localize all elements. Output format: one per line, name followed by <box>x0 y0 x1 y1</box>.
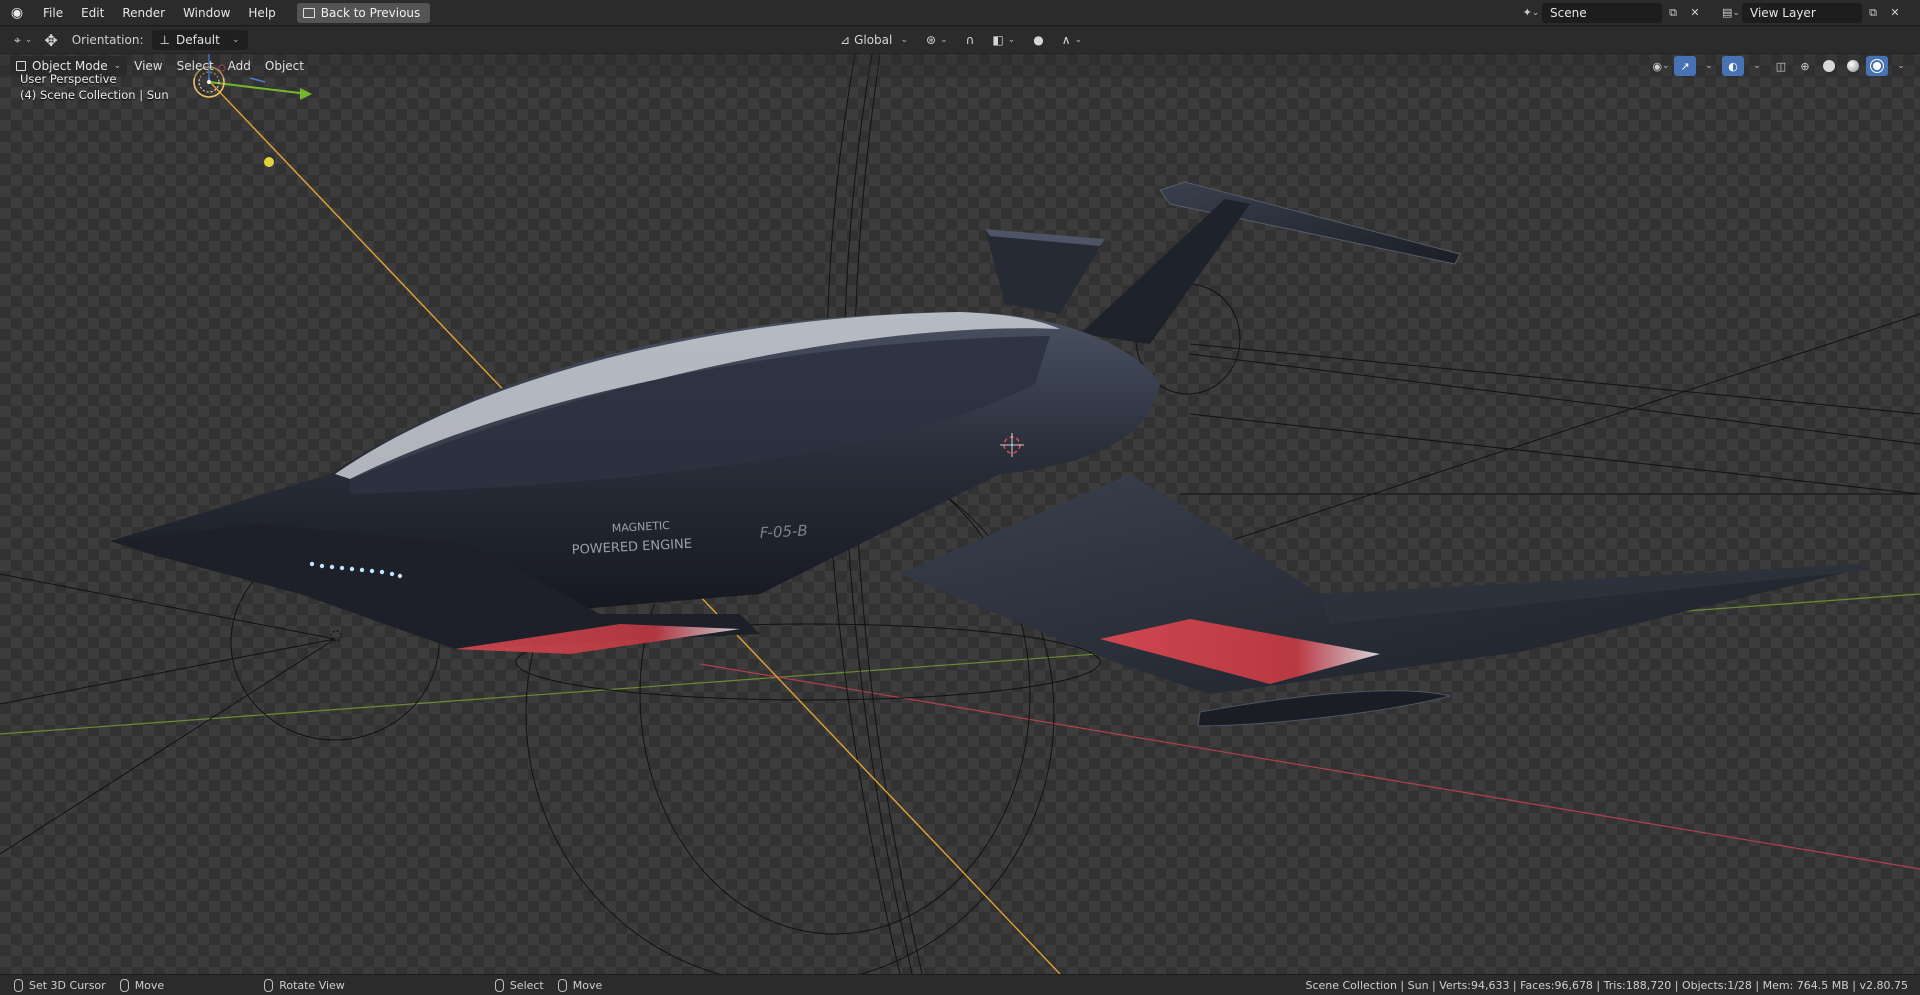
chevron-down-icon: ⌄ <box>231 35 240 45</box>
transform-space-dropdown[interactable]: ⊿ Global ⌄ <box>834 30 914 50</box>
perspective-label: User Perspective <box>20 72 117 86</box>
hint-select: Select <box>494 978 544 992</box>
decal-model-number: F-05-B <box>759 522 808 542</box>
falloff-dropdown[interactable]: ∧ ⌄ <box>1056 30 1088 50</box>
pivot-point-dropdown[interactable]: ⊛ ⌄ <box>920 30 954 50</box>
top-bar: ◉ File Edit Render Window Help Back to P… <box>0 0 1920 26</box>
chevron-down-icon: ⌄ <box>113 61 122 71</box>
wireframe-shading-icon[interactable]: ⊕ <box>1794 56 1816 76</box>
blender-logo-icon[interactable]: ◉ <box>0 5 34 21</box>
back-to-previous-label: Back to Previous <box>320 5 421 20</box>
hint-move-2: Move <box>557 978 602 992</box>
hint-set-3d-cursor: Set 3D Cursor <box>14 978 106 992</box>
collection-info-label: (4) Scene Collection | Sun <box>20 88 169 102</box>
move-tool-icon[interactable]: ✥ <box>38 30 63 50</box>
axis-icon: ⊿ <box>840 33 851 47</box>
transform-space-value: Global <box>854 33 893 47</box>
tool-header: ⌖ ⌄ ✥ Orientation: ⊥ Default ⌄ ⊿ Global ⌄… <box>0 27 1920 53</box>
viewport-menu-object[interactable]: Object <box>258 59 311 73</box>
back-to-previous-button[interactable]: Back to Previous <box>296 2 431 23</box>
view-layer-selector: ▤ ⌄ View Layer ⧉ ✕ <box>1720 2 1906 23</box>
orientation-value: Default <box>175 33 220 47</box>
object-mode-label: Object Mode <box>32 59 108 73</box>
window-icon <box>302 7 315 18</box>
hint-move-1: Move <box>119 978 164 992</box>
mouse-right-icon <box>494 978 504 992</box>
select-tool-icon: ⌖ <box>14 32 21 47</box>
mouse-drag-icon <box>557 978 567 992</box>
new-view-layer-icon[interactable]: ⧉ <box>1862 3 1884 23</box>
xray-toggle-icon[interactable]: ◫ <box>1770 56 1792 76</box>
falloff-curve-icon: ∧ <box>1061 33 1071 47</box>
orientation-dropdown[interactable]: ⊥ Default ⌄ <box>151 30 248 50</box>
snap-target-icon: ◧ <box>992 33 1004 47</box>
scene-icon[interactable]: ✦ ⌄ <box>1520 3 1542 23</box>
orientation-label: Orientation: <box>71 33 144 47</box>
snap-toggle[interactable]: ∩ <box>960 30 981 50</box>
overlay-dropdown[interactable]: ⌄ <box>1746 56 1768 76</box>
overlay-toggle-icon[interactable]: ◐ <box>1722 56 1744 76</box>
3d-viewport[interactable]: MAGNETIC POWERED ENGINE F-05-B Object Mo… <box>0 54 1920 974</box>
rendered-shading-icon[interactable] <box>1866 56 1888 76</box>
visibility-eye-icon[interactable]: ◉ ⌄ <box>1650 56 1672 76</box>
material-preview-icon[interactable] <box>1842 56 1864 76</box>
solid-shading-icon[interactable] <box>1818 56 1840 76</box>
proportional-icon: ● <box>1033 33 1044 47</box>
transform-controls: ⊿ Global ⌄ ⊛ ⌄ ∩ ◧ ⌄ ● ∧ ⌄ <box>834 30 1088 50</box>
delete-scene-icon[interactable]: ✕ <box>1684 3 1706 23</box>
scene-render: MAGNETIC POWERED ENGINE F-05-B <box>0 54 1920 974</box>
viewport-menu-view[interactable]: View <box>127 59 169 73</box>
status-bar: Set 3D Cursor Move Rotate View Select Mo… <box>0 974 1920 995</box>
mouse-drag-icon <box>119 978 129 992</box>
proportional-edit-toggle[interactable]: ● <box>1027 30 1049 50</box>
new-scene-icon[interactable]: ⧉ <box>1662 3 1684 23</box>
magnet-icon: ∩ <box>965 33 975 47</box>
snap-target-dropdown[interactable]: ◧ ⌄ <box>986 30 1021 50</box>
menu-help[interactable]: Help <box>239 0 284 26</box>
menu-edit[interactable]: Edit <box>72 0 113 26</box>
view-layer-field[interactable]: View Layer <box>1742 2 1862 23</box>
gizmo-dropdown[interactable]: ⌄ <box>1698 56 1720 76</box>
gizmo-toggle-icon[interactable]: ↗ <box>1674 56 1696 76</box>
mouse-left-icon <box>14 978 23 992</box>
viewport-header: Object Mode ⌄ View Select Add Object ◉ ⌄ … <box>0 54 1920 78</box>
delete-view-layer-icon[interactable]: ✕ <box>1884 3 1906 23</box>
x-axis-line <box>699 663 1920 870</box>
sun-target-dot <box>264 157 274 167</box>
orientation-icon: ⊥ <box>159 33 170 47</box>
menu-window[interactable]: Window <box>174 0 239 26</box>
viewport-shading-controls: ◉ ⌄ ↗ ⌄ ◐ ⌄ ◫ ⊕ ⌄ <box>1650 56 1912 76</box>
scene-name-field[interactable]: Scene <box>1542 2 1662 23</box>
pivot-icon: ⊛ <box>926 33 937 47</box>
viewport-menu-select[interactable]: Select <box>170 59 221 73</box>
scene-selector: ✦ ⌄ Scene ⧉ ✕ <box>1520 2 1706 23</box>
object-mode-icon <box>16 61 26 71</box>
menu-render[interactable]: Render <box>113 0 174 26</box>
shading-dropdown[interactable]: ⌄ <box>1890 56 1912 76</box>
mouse-middle-icon <box>264 978 274 992</box>
hint-rotate-view: Rotate View <box>264 978 345 992</box>
view-layer-icon[interactable]: ▤ ⌄ <box>1720 3 1742 23</box>
viewport-menu-add[interactable]: Add <box>221 59 258 73</box>
scene-statistics: Scene Collection | Sun | Verts:94,633 | … <box>1305 978 1908 992</box>
tool-settings-dropdown[interactable]: ⌖ ⌄ <box>8 30 38 50</box>
menu-file[interactable]: File <box>34 0 72 26</box>
